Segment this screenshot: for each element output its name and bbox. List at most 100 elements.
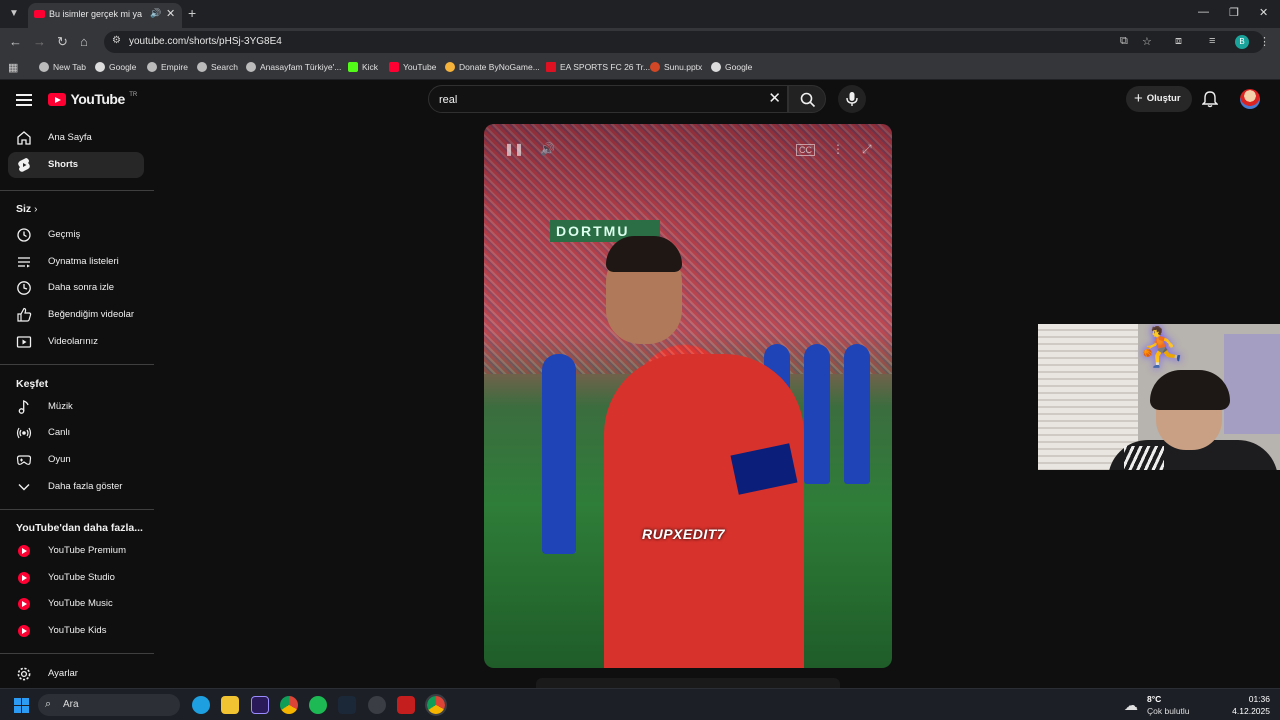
more-options-icon[interactable]: ⋮ — [832, 142, 844, 156]
close-tab-icon[interactable]: ✕ — [166, 7, 175, 20]
notifications-button[interactable] — [1201, 90, 1219, 113]
apps-grid-icon[interactable]: ▦ — [8, 61, 18, 74]
weather-condition[interactable]: Çok bulutlu — [1147, 706, 1190, 716]
minimize-icon[interactable]: — — [1198, 6, 1209, 18]
taskbar-search[interactable]: ⌕ Ara — [38, 694, 180, 716]
sidebar-you-heading[interactable]: Siz › — [16, 203, 37, 215]
file-explorer-icon[interactable] — [221, 696, 239, 714]
search-query[interactable]: real — [439, 94, 457, 106]
sidebar-item-gaming[interactable]: Oyun — [8, 447, 144, 473]
new-tab-button[interactable]: + — [188, 5, 196, 21]
search-input[interactable]: real ✕ — [428, 85, 788, 113]
home-button-icon[interactable]: ⌂ — [80, 34, 88, 49]
player-jersey — [604, 354, 804, 668]
voice-search-button[interactable] — [838, 85, 866, 113]
bookmark-item[interactable]: EA SPORTS FC 26 Tr... — [546, 62, 650, 72]
bookmark-item[interactable]: Empire — [147, 62, 188, 72]
sidebar-item-shorts[interactable]: Shorts — [8, 152, 144, 178]
app-icon[interactable] — [368, 696, 386, 714]
browser-tab-bar: ▼ Bu isimler gerçek mi ya 🔊 ✕ + — ❐ ✕ — [0, 0, 1280, 28]
steam-icon[interactable] — [338, 696, 356, 714]
clock-date[interactable]: 4.12.2025 — [1220, 706, 1270, 716]
sidebar: Ana Sayfa Shorts Siz › Geçmiş Oynatma li… — [0, 120, 154, 688]
stadium-crowd — [484, 124, 892, 374]
app-icon[interactable] — [397, 696, 415, 714]
bookmark-item[interactable]: Kick — [348, 62, 378, 72]
sidebar-item-youtube-studio[interactable]: YouTube Studio — [8, 565, 144, 591]
teammate-figure — [542, 354, 576, 554]
sidebar-item-music[interactable]: Müzik — [8, 394, 144, 420]
live-icon — [16, 427, 32, 439]
extensions-icon[interactable]: ⧈ — [1175, 35, 1182, 48]
more-menu-icon[interactable]: ⋮ — [1259, 35, 1270, 48]
edge-icon[interactable] — [192, 696, 210, 714]
install-app-icon[interactable]: ⧉ — [1120, 35, 1128, 48]
sidebar-item-watch-later[interactable]: Daha sonra izle — [8, 275, 144, 301]
speaker-icon[interactable]: 🔊 — [150, 8, 161, 19]
pause-icon[interactable]: ❚❚ — [504, 142, 524, 156]
teammate-figure — [844, 344, 870, 484]
bookmark-item[interactable]: Donate ByNoGame... — [445, 62, 540, 72]
video-icon — [16, 336, 32, 348]
bookmark-item[interactable]: Search — [197, 62, 238, 72]
chrome-icon[interactable] — [280, 696, 298, 714]
sidebar-item-youtube-premium[interactable]: YouTube Premium — [8, 538, 144, 564]
short-video-player[interactable]: DORTMU RUPXEDIT7 ❚❚ 🔊 CC ⋮ ⤢ — [484, 124, 892, 668]
create-button[interactable]: + Oluştur — [1126, 86, 1192, 112]
player-hair — [606, 236, 682, 272]
bookmark-item[interactable]: Sunu.pptx — [650, 62, 702, 72]
volume-icon[interactable]: 🔊 — [540, 142, 555, 156]
sidebar-item-home[interactable]: Ana Sayfa — [8, 125, 144, 151]
fullscreen-icon[interactable]: ⤢ — [862, 142, 872, 157]
spotify-icon[interactable] — [309, 696, 327, 714]
bookmark-item[interactable]: Anasayfam Türkiye'... — [246, 62, 341, 72]
captions-icon[interactable]: CC — [796, 144, 815, 156]
restore-icon[interactable]: ❐ — [1229, 6, 1239, 19]
donate-icon — [445, 62, 455, 72]
youtube-studio-icon — [18, 572, 30, 584]
tab-search-button[interactable]: ▼ — [6, 6, 22, 22]
sidebar-item-live[interactable]: Canlı — [8, 420, 144, 446]
bookmark-item[interactable]: Google — [95, 62, 136, 72]
address-bar[interactable]: ⚙ youtube.com/shorts/pHSj-3YG8E4 ⧉ ☆ ⧈ ≡… — [104, 31, 1270, 53]
google-icon — [95, 62, 105, 72]
browser-nav-bar: ← → ↻ ⌂ ⚙ youtube.com/shorts/pHSj-3YG8E4… — [0, 28, 1280, 56]
media-controls-icon[interactable]: ≡ — [1209, 35, 1215, 47]
site-info-icon[interactable]: ⚙ — [112, 35, 121, 46]
menu-icon[interactable] — [16, 94, 32, 106]
sidebar-item-history[interactable]: Geçmiş — [8, 222, 144, 248]
clock-time[interactable]: 01:36 — [1220, 694, 1270, 704]
music-icon — [18, 400, 29, 414]
premiere-icon[interactable] — [251, 696, 269, 714]
tab-title: Bu isimler gerçek mi ya — [49, 9, 143, 19]
bookmark-star-icon[interactable]: ☆ — [1142, 35, 1152, 48]
chrome-active-icon[interactable] — [425, 694, 447, 716]
forward-arrow-icon[interactable]: → — [33, 34, 46, 49]
search-icon: ⌕ — [45, 698, 52, 710]
home-icon — [17, 131, 31, 145]
profile-avatar[interactable]: B — [1235, 35, 1249, 49]
sidebar-item-youtube-kids[interactable]: YouTube Kids — [8, 618, 144, 644]
url-text[interactable]: youtube.com/shorts/pHSj-3YG8E4 — [129, 36, 282, 47]
bookmark-item[interactable]: YouTube — [389, 62, 436, 72]
bookmarks-bar: ▦ New Tab Google Empire Search Anasayfam… — [0, 56, 1280, 80]
globe-icon — [39, 62, 49, 72]
windows-start-icon[interactable] — [14, 698, 29, 713]
close-window-icon[interactable]: ✕ — [1259, 6, 1268, 19]
account-avatar[interactable] — [1240, 89, 1260, 109]
sidebar-item-show-more[interactable]: Daha fazla göster — [8, 474, 144, 500]
reload-icon[interactable]: ↻ — [57, 34, 68, 50]
sidebar-item-youtube-music[interactable]: YouTube Music — [8, 591, 144, 617]
search-button[interactable] — [788, 85, 826, 113]
sidebar-item-your-videos[interactable]: Videolarınız — [8, 329, 144, 355]
sidebar-item-liked-videos[interactable]: Beğendiğim videolar — [8, 302, 144, 328]
bookmark-item[interactable]: Google — [711, 62, 752, 72]
sidebar-item-settings[interactable]: Ayarlar — [8, 661, 144, 687]
temperature[interactable]: 8°C — [1147, 694, 1161, 704]
youtube-logo[interactable]: YouTube TR — [48, 91, 137, 109]
back-arrow-icon[interactable]: ← — [9, 34, 22, 49]
bookmark-item[interactable]: New Tab — [39, 62, 86, 72]
browser-tab[interactable]: Bu isimler gerçek mi ya 🔊 ✕ — [28, 3, 182, 28]
clear-search-icon[interactable]: ✕ — [768, 89, 781, 107]
sidebar-item-playlists[interactable]: Oynatma listeleri — [8, 249, 144, 275]
